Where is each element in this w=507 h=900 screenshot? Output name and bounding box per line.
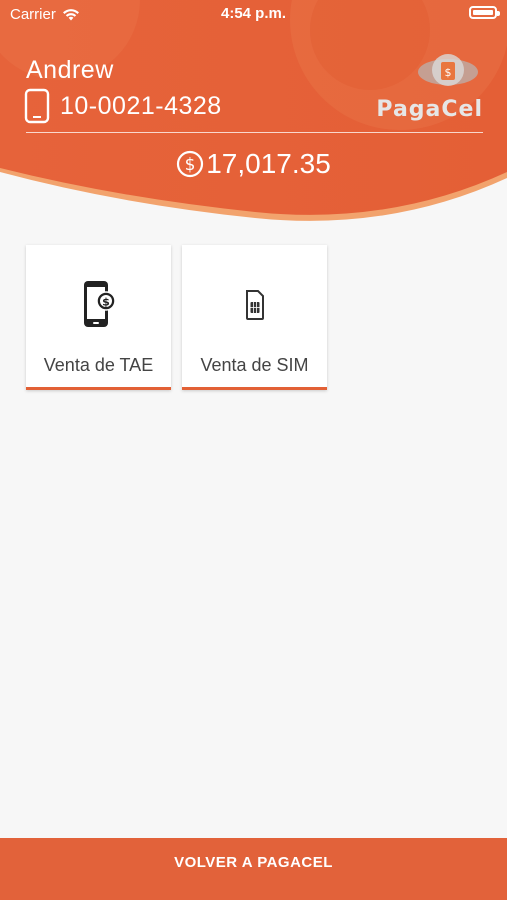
card-icon-wrap xyxy=(182,279,327,321)
sim-card-icon xyxy=(245,290,264,320)
card-label: Venta de TAE xyxy=(43,355,154,375)
phone-dollar-icon: $ xyxy=(83,281,116,327)
dollar-circle-icon: $ xyxy=(177,150,204,178)
header-divider xyxy=(26,132,483,133)
balance-row: $ 17,017.35 xyxy=(0,148,507,180)
account-number: 10-0021-4328 xyxy=(60,91,222,120)
back-to-pagacel-button[interactable]: VOLVER A PAGACEL xyxy=(0,838,507,900)
card-venta-tae[interactable]: $ Venta de TAE xyxy=(26,245,171,390)
brand-logo: $ PagaCel xyxy=(363,52,483,122)
user-name: Andrew xyxy=(26,56,114,84)
services-grid: $ Venta de TAE Venta de SIM xyxy=(26,245,327,390)
card-icon-wrap: $ xyxy=(26,279,171,329)
phone-icon xyxy=(24,88,50,124)
account-row: 10-0021-4328 xyxy=(24,88,222,124)
battery-icon xyxy=(469,6,500,19)
status-time: 4:54 p.m. xyxy=(220,5,287,22)
svg-text:$: $ xyxy=(185,155,196,175)
logo-emblem-icon: $ xyxy=(418,54,478,86)
svg-text:$: $ xyxy=(102,296,110,309)
svg-text:$: $ xyxy=(445,66,452,79)
card-venta-sim[interactable]: Venta de SIM xyxy=(182,245,327,390)
header: Carrier 4:54 p.m. Andrew 10-0021-4328 $ … xyxy=(0,0,507,230)
card-label: Venta de SIM xyxy=(200,355,309,375)
logo-text: PagaCel xyxy=(376,97,483,122)
status-bar: Carrier 4:54 p.m. xyxy=(0,0,507,28)
back-button-label: VOLVER A PAGACEL xyxy=(174,853,333,871)
balance-amount: 17,017.35 xyxy=(206,148,331,179)
